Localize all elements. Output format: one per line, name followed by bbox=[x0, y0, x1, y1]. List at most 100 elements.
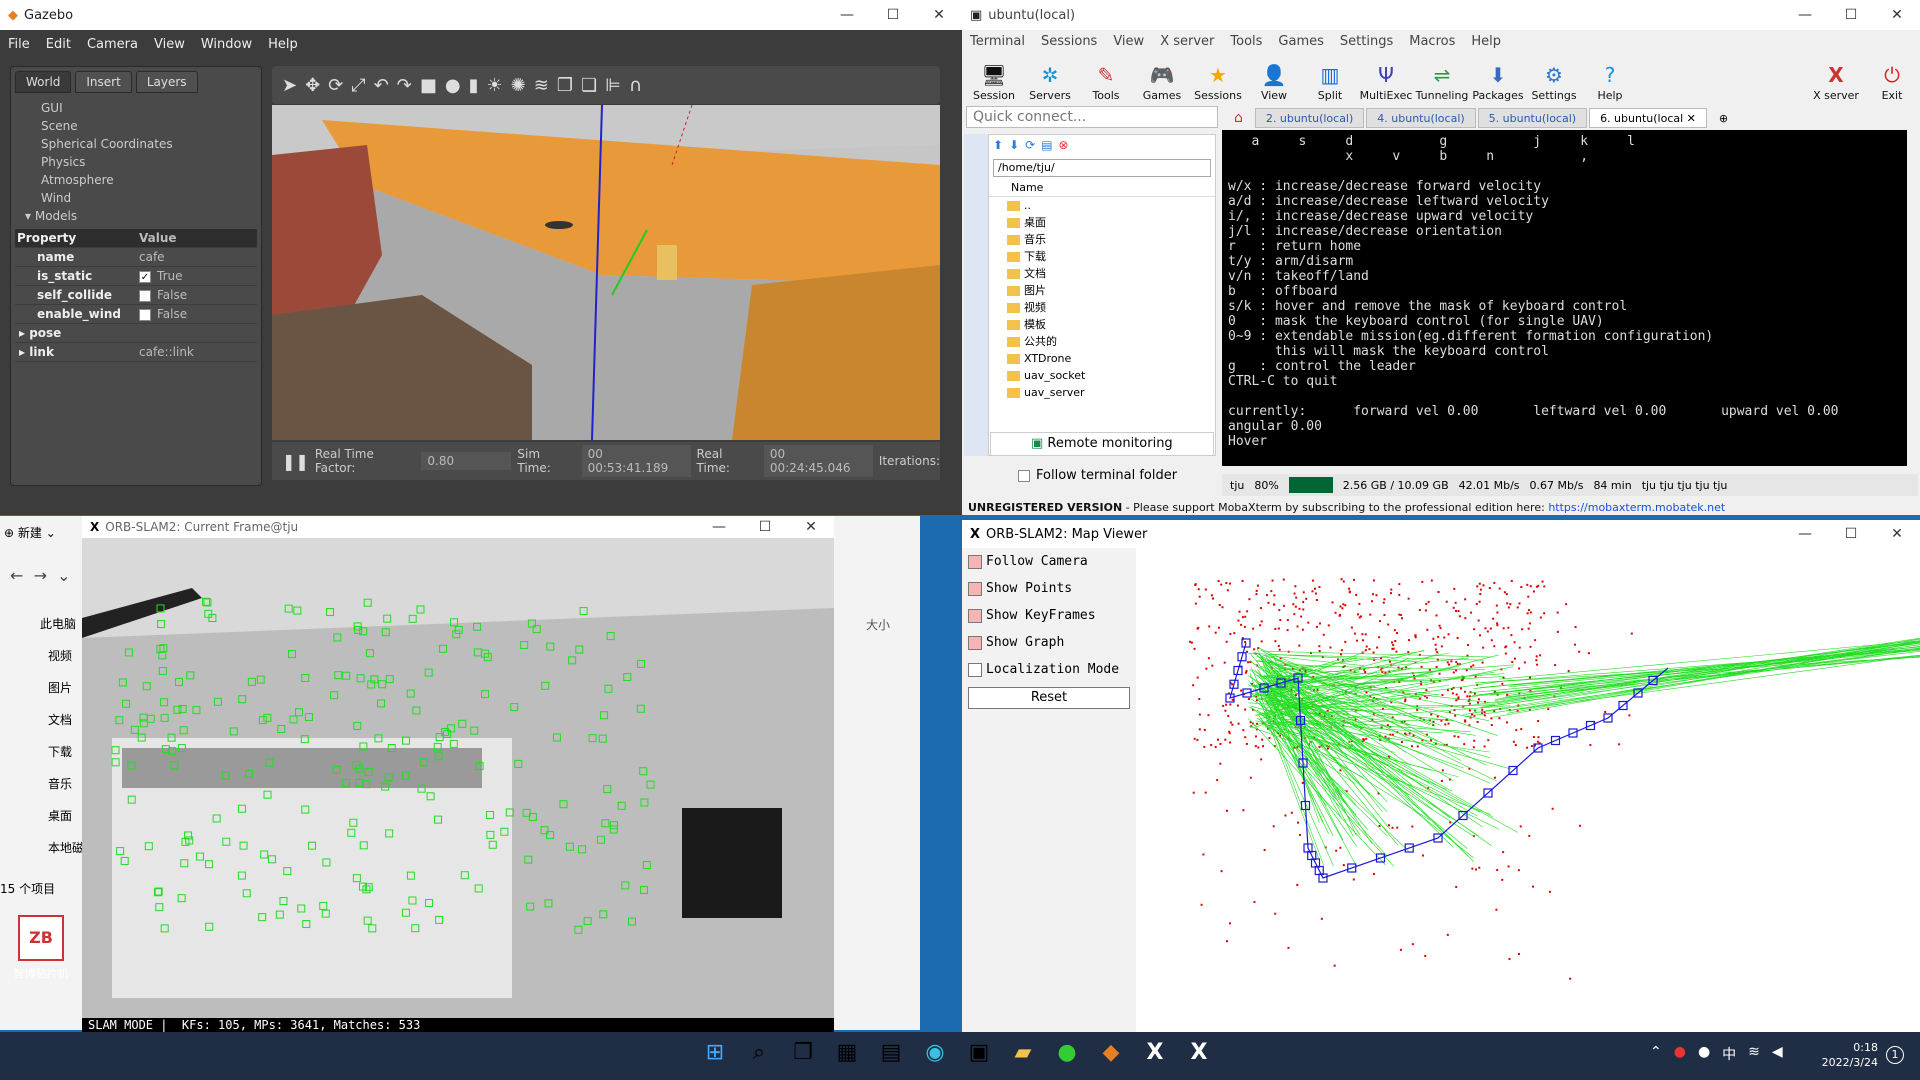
package-icon[interactable]: ◆ bbox=[1096, 1040, 1126, 1065]
delete-icon[interactable]: ⊗ bbox=[1059, 138, 1069, 154]
speaker-icon[interactable]: ◀ bbox=[1772, 1044, 1783, 1064]
tree-item-models[interactable]: ▾ Models bbox=[25, 207, 261, 225]
packages-button[interactable]: ⬇ Packages bbox=[1470, 63, 1526, 102]
close-button[interactable]: ✕ bbox=[788, 519, 834, 535]
upload-icon[interactable]: ⬆ bbox=[993, 138, 1003, 154]
start-icon[interactable]: ⊞ bbox=[700, 1040, 730, 1065]
show-points-toggle[interactable]: Show Points bbox=[962, 575, 1136, 602]
settings-button[interactable]: ⚙ Settings bbox=[1526, 63, 1582, 102]
file-item[interactable]: 桌面 bbox=[1007, 214, 1215, 231]
wifi-icon[interactable]: ≋ bbox=[1748, 1044, 1760, 1064]
close-button[interactable]: ✕ bbox=[916, 7, 962, 23]
checkbox[interactable] bbox=[968, 608, 982, 623]
new-tab-icon[interactable]: ⊕ bbox=[1709, 112, 1738, 125]
menu-sessions[interactable]: Sessions bbox=[1033, 34, 1105, 49]
help-button[interactable]: ? Help bbox=[1582, 63, 1638, 102]
wechat-icon[interactable]: ● bbox=[1052, 1040, 1082, 1065]
task-view-icon[interactable]: ❐ bbox=[788, 1040, 818, 1065]
xserver-icon[interactable]: X bbox=[1184, 1040, 1214, 1065]
exit-button[interactable]: ⏻ Exit bbox=[1864, 63, 1920, 102]
nav-arrows[interactable]: ← → ⌄ bbox=[10, 566, 71, 585]
chevron-up-icon[interactable]: ⌃ bbox=[1650, 1044, 1662, 1064]
nav-item-local-disk[interactable]: 本地磁 bbox=[10, 832, 84, 864]
file-item[interactable]: 视频 bbox=[1007, 299, 1215, 316]
close-button[interactable]: ✕ bbox=[1874, 526, 1920, 542]
sessions-button[interactable]: ★ Sessions bbox=[1190, 63, 1246, 102]
nav-item-pictures[interactable]: 图片 bbox=[10, 672, 84, 704]
redo-icon[interactable]: ↷ bbox=[397, 75, 412, 96]
show-keyframes-toggle[interactable]: Show KeyFrames bbox=[962, 602, 1136, 629]
multiexec-button[interactable]: Ψ MultiExec bbox=[1358, 63, 1414, 102]
menu-settings[interactable]: Settings bbox=[1332, 34, 1401, 49]
tree-item-gui[interactable]: GUI bbox=[41, 99, 261, 117]
store-icon[interactable]: ▤ bbox=[876, 1040, 906, 1065]
session-tab-5[interactable]: 5. ubuntu(local) bbox=[1477, 108, 1588, 128]
maximize-button[interactable]: ☐ bbox=[742, 519, 788, 535]
prop-row-link[interactable]: ▸ link cafe::link bbox=[15, 343, 257, 362]
tree-item-spherical[interactable]: Spherical Coordinates bbox=[41, 135, 261, 153]
desktop-shortcut[interactable]: ZB 智博贴片机 bbox=[6, 915, 76, 981]
undo-icon[interactable]: ↶ bbox=[374, 75, 389, 96]
file-item[interactable]: uav_socket bbox=[1007, 367, 1215, 384]
minimize-button[interactable]: — bbox=[824, 7, 870, 23]
nav-item-downloads[interactable]: 下载 bbox=[10, 736, 84, 768]
enable-wind-checkbox[interactable] bbox=[139, 308, 151, 321]
session-tab-4[interactable]: 4. ubuntu(local) bbox=[1366, 108, 1476, 128]
tab-layers[interactable]: Layers bbox=[135, 71, 198, 93]
notification-icon[interactable]: 1 bbox=[1886, 1046, 1904, 1064]
close-button[interactable]: ✕ bbox=[1874, 7, 1920, 23]
sftp-name-header[interactable]: Name bbox=[989, 179, 1215, 197]
drone-model[interactable] bbox=[545, 221, 573, 229]
prop-row-self-collide[interactable]: self_collide False bbox=[15, 286, 257, 305]
scale-icon[interactable]: ⤢ bbox=[351, 75, 365, 96]
servers-button[interactable]: ✲ Servers bbox=[1022, 63, 1078, 102]
terminal-output[interactable]: a s d g j k l x v b n , w/x : increase/d… bbox=[1222, 130, 1907, 466]
session-tab-6[interactable]: 6. ubuntu(local ✕ bbox=[1589, 108, 1707, 128]
file-item[interactable]: 下载 bbox=[1007, 248, 1215, 265]
clock[interactable]: 0:18 2022/3/24 bbox=[1808, 1040, 1878, 1070]
menu-games[interactable]: Games bbox=[1270, 34, 1331, 49]
checkbox[interactable] bbox=[968, 554, 982, 569]
snap-icon[interactable]: ∩ bbox=[629, 75, 642, 96]
window-titlebar[interactable]: ◆ Gazebo — ☐ ✕ bbox=[0, 0, 962, 30]
menu-help[interactable]: Help bbox=[260, 37, 306, 52]
prop-row-pose[interactable]: ▸ pose bbox=[15, 324, 257, 343]
menu-view[interactable]: View bbox=[146, 37, 193, 52]
window-titlebar[interactable]: X ORB-SLAM2: Current Frame@tju — ☐ ✕ bbox=[82, 516, 834, 538]
home-tab-icon[interactable]: ⌂ bbox=[1224, 110, 1253, 126]
gazebo-3d-viewport[interactable] bbox=[272, 105, 940, 440]
file-item[interactable]: 文档 bbox=[1007, 265, 1215, 282]
minimize-button[interactable]: — bbox=[1782, 526, 1828, 542]
menu-terminal[interactable]: Terminal bbox=[962, 34, 1033, 49]
menu-view[interactable]: View bbox=[1105, 34, 1152, 49]
nav-item-music[interactable]: 音乐 bbox=[10, 768, 84, 800]
window-titlebar[interactable]: X ORB-SLAM2: Map Viewer — ☐ ✕ bbox=[962, 520, 1920, 548]
tools-button[interactable]: ✎ Tools bbox=[1078, 63, 1134, 102]
wechat-tray-icon[interactable]: ● bbox=[1698, 1044, 1710, 1064]
sftp-path-input[interactable]: /home/tju/ bbox=[993, 159, 1211, 177]
tunneling-button[interactable]: ⇌ Tunneling bbox=[1414, 63, 1470, 102]
maximize-button[interactable]: ☐ bbox=[1828, 7, 1874, 23]
refresh-icon[interactable]: ⟳ bbox=[1025, 138, 1035, 154]
align-icon[interactable]: ⊫ bbox=[605, 75, 621, 96]
checkbox[interactable] bbox=[968, 635, 982, 650]
follow-checkbox-box[interactable] bbox=[1018, 469, 1030, 482]
menu-file[interactable]: File bbox=[0, 37, 38, 52]
tree-item-scene[interactable]: Scene bbox=[41, 117, 261, 135]
follow-terminal-folder-checkbox[interactable]: Follow terminal folder bbox=[1018, 468, 1177, 483]
split-button[interactable]: ▥ Split bbox=[1302, 63, 1358, 102]
quick-connect-input[interactable]: Quick connect... bbox=[966, 106, 1218, 128]
translate-icon[interactable]: ✥ bbox=[305, 75, 320, 96]
file-item[interactable]: XTDrone bbox=[1007, 350, 1215, 367]
remote-monitoring-button[interactable]: ▣ Remote monitoring bbox=[990, 432, 1214, 456]
prop-row-enable-wind[interactable]: enable_wind False bbox=[15, 305, 257, 324]
menu-window[interactable]: Window bbox=[193, 37, 260, 52]
menu-help[interactable]: Help bbox=[1463, 34, 1509, 49]
localization-mode-toggle[interactable]: Localization Mode bbox=[962, 656, 1136, 683]
nav-item-documents[interactable]: 文档 bbox=[10, 704, 84, 736]
menu-edit[interactable]: Edit bbox=[38, 37, 79, 52]
app-icon[interactable]: ▣ bbox=[964, 1040, 994, 1065]
file-item[interactable]: 公共的 bbox=[1007, 333, 1215, 350]
maximize-button[interactable]: ☐ bbox=[870, 7, 916, 23]
rotate-icon[interactable]: ⟳ bbox=[328, 75, 343, 96]
